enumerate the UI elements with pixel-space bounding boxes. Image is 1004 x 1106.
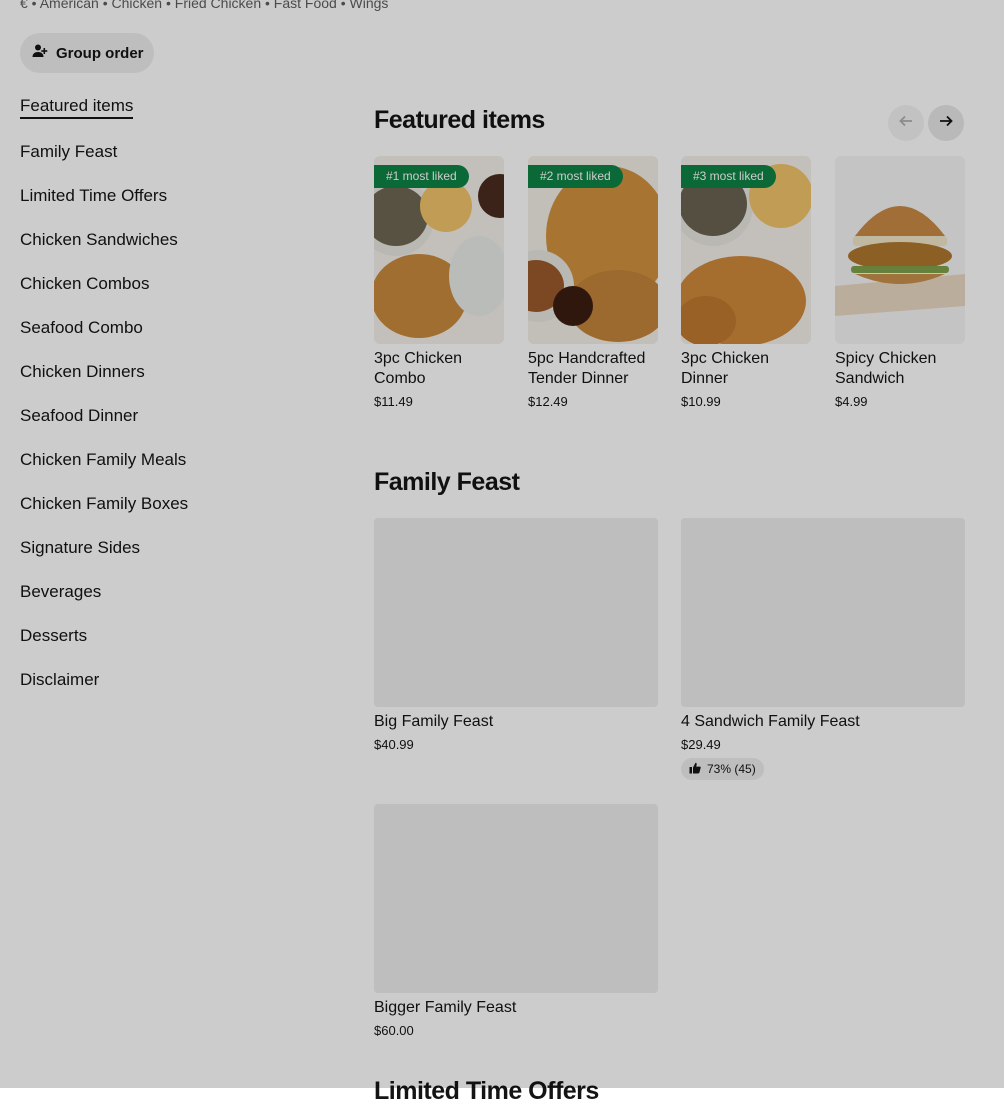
item-price: $60.00 [374, 1023, 414, 1038]
item-price: $10.99 [681, 394, 721, 409]
arrow-right-icon [938, 113, 954, 134]
thumbs-up-icon [689, 762, 701, 777]
sidebar-item-limited-time-offers[interactable]: Limited Time Offers [20, 183, 320, 227]
group-order-button[interactable]: Group order [20, 33, 154, 73]
featured-item-card[interactable]: #1 most liked 3pc Chicken Combo $11.49 [374, 156, 504, 409]
sidebar-item-signature-sides[interactable]: Signature Sides [20, 535, 320, 579]
food-photo: #1 most liked [374, 156, 504, 344]
item-name: 3pc Chicken Dinner [681, 350, 770, 387]
item-name: 5pc Handcrafted Tender Dinner [528, 350, 646, 387]
sidebar-item-chicken-family-meals[interactable]: Chicken Family Meals [20, 447, 320, 491]
rating-badge: 73% (45) [681, 758, 764, 780]
item-name: 4 Sandwich Family Feast [681, 713, 860, 730]
store-page: € • American • Chicken • Fried Chicken •… [0, 0, 1004, 1105]
sidebar-item-seafood-dinner[interactable]: Seafood Dinner [20, 403, 320, 447]
item-price: $11.49 [374, 394, 413, 409]
sidebar-item-seafood-combo[interactable]: Seafood Combo [20, 315, 320, 359]
item-image-placeholder [681, 518, 965, 707]
arrow-left-icon [898, 113, 914, 134]
item-name: Spicy Chicken Sandwich [835, 350, 937, 387]
item-price: $40.99 [374, 737, 414, 752]
featured-items-heading: Featured items [374, 106, 545, 134]
menu-item-card[interactable]: Big Family Feast $40.99 [374, 518, 658, 752]
item-name: 3pc Chicken Combo [374, 350, 463, 387]
most-liked-badge: #1 most liked [374, 165, 469, 188]
sidebar-item-chicken-family-boxes[interactable]: Chicken Family Boxes [20, 491, 320, 535]
sidebar-item-desserts[interactable]: Desserts [20, 623, 320, 667]
most-liked-badge: #2 most liked [528, 165, 623, 188]
featured-item-card[interactable]: #3 most liked 3pc Chicken Dinner $10.99 [681, 156, 811, 409]
menu-item-card[interactable]: 4 Sandwich Family Feast $29.49 73% (45) [681, 518, 965, 780]
food-photo: #2 most liked [528, 156, 658, 344]
menu-item-card[interactable]: Bigger Family Feast $60.00 [374, 804, 658, 1038]
item-price: $12.49 [528, 394, 568, 409]
item-price: $4.99 [835, 394, 868, 409]
family-feast-heading: Family Feast [374, 468, 520, 496]
sidebar-item-disclaimer[interactable]: Disclaimer [20, 667, 320, 711]
carousel-prev-button[interactable] [888, 105, 924, 141]
food-photo: #3 most liked [681, 156, 811, 344]
most-liked-badge: #3 most liked [681, 165, 776, 188]
item-image-placeholder [374, 518, 658, 707]
featured-item-card[interactable]: Spicy Chicken Sandwich $4.99 [835, 156, 965, 409]
limited-time-offers-heading: Limited Time Offers [374, 1077, 599, 1105]
group-order-label: Group order [56, 44, 144, 62]
food-photo [835, 156, 965, 344]
sidebar-item-chicken-combos[interactable]: Chicken Combos [20, 271, 320, 315]
sidebar-item-family-feast[interactable]: Family Feast [20, 139, 320, 183]
carousel-next-button[interactable] [928, 105, 964, 141]
add-person-icon [32, 43, 48, 63]
sidebar-item-featured-items[interactable]: Featured items [20, 93, 134, 119]
cuisine-tags: € • American • Chicken • Fried Chicken •… [20, 0, 389, 11]
item-name: Big Family Feast [374, 713, 494, 730]
featured-item-card[interactable]: #2 most liked 5pc Handcrafted Tender Din… [528, 156, 658, 409]
rating-text: 73% (45) [707, 762, 756, 776]
item-price: $29.49 [681, 737, 721, 752]
menu-sidebar: Featured items Family Feast Limited Time… [20, 93, 320, 711]
sidebar-item-chicken-dinners[interactable]: Chicken Dinners [20, 359, 320, 403]
sidebar-item-beverages[interactable]: Beverages [20, 579, 320, 623]
sidebar-item-chicken-sandwiches[interactable]: Chicken Sandwiches [20, 227, 320, 271]
item-name: Bigger Family Feast [374, 999, 517, 1016]
item-image-placeholder [374, 804, 658, 993]
